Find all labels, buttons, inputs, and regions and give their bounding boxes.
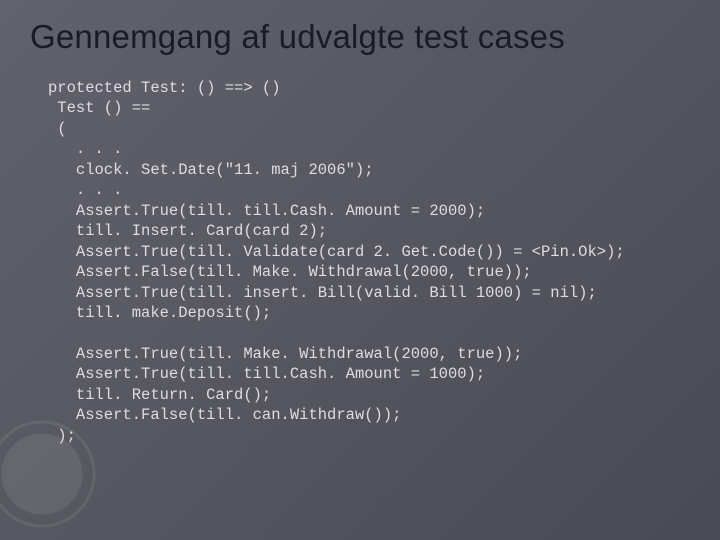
slide: Gennemgang af udvalgte test cases protec… [0,0,720,540]
code-block: protected Test: () ==> () Test () == ( .… [48,78,690,446]
slide-title: Gennemgang af udvalgte test cases [30,18,690,56]
